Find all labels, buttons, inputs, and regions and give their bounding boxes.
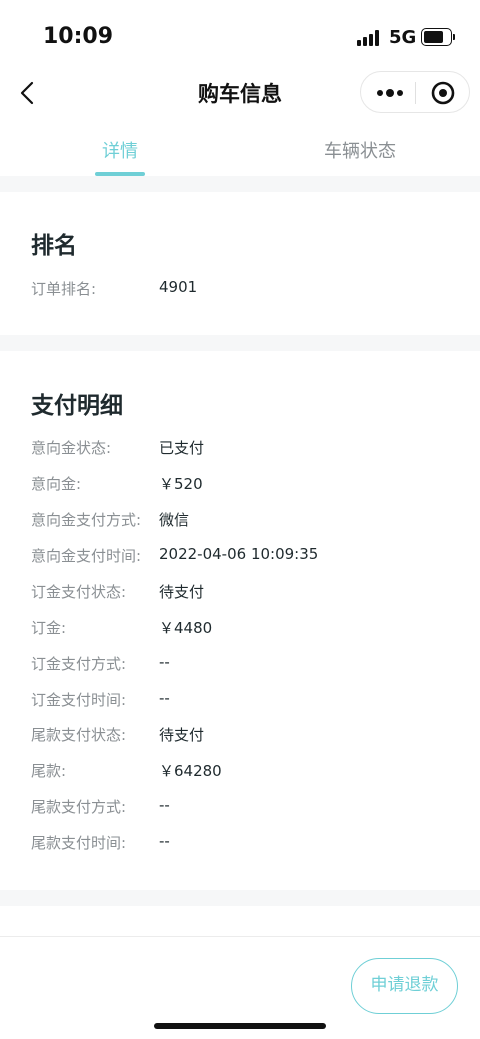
row-value: -- [159, 796, 170, 814]
row-label: 尾款支付方式: [31, 798, 127, 816]
row-label: 意向金支付方式: [31, 511, 142, 529]
info-row: 意向金支付方式: 微信 [31, 509, 451, 531]
row-value: 待支付 [159, 726, 205, 744]
section-divider [0, 176, 480, 192]
info-row: 订金: ￥4480 [31, 617, 451, 639]
close-miniprogram-button[interactable] [427, 72, 459, 114]
row-label: 订金: [31, 619, 67, 637]
apply-refund-button[interactable]: 申请退款 [351, 958, 458, 1014]
home-indicator[interactable] [154, 1023, 326, 1029]
row-value: 4901 [159, 278, 198, 296]
row-value: -- [159, 653, 170, 671]
signal-icon [357, 30, 383, 46]
section-divider [0, 890, 480, 906]
battery-icon [421, 28, 455, 46]
info-row: 意向金支付时间: 2022-04-06 10:09:35 [31, 545, 451, 567]
row-value: -- [159, 832, 170, 850]
row-value: ￥4480 [159, 619, 213, 637]
info-row: 尾款: ￥64280 [31, 760, 451, 782]
row-label: 订金支付时间: [31, 691, 127, 709]
info-row: 意向金: ￥520 [31, 473, 451, 495]
network-type: 5G [389, 27, 417, 48]
row-label: 意向金支付时间: [31, 547, 142, 565]
row-value: 已支付 [159, 439, 205, 457]
row-value: -- [159, 689, 170, 707]
info-row: 订金支付时间: -- [31, 689, 451, 711]
bottom-action-bar: 申请退款 [0, 936, 480, 1039]
row-label: 尾款支付状态: [31, 726, 127, 744]
tab-details[interactable]: 详情 [50, 137, 190, 163]
row-label: 尾款: [31, 762, 67, 780]
info-row: 订金支付状态: 待支付 [31, 581, 451, 603]
payment-title: 支付明细 [31, 393, 123, 419]
row-value: ￥64280 [159, 762, 222, 780]
info-row: 尾款支付状态: 待支付 [31, 724, 451, 746]
row-label: 订金支付状态: [31, 583, 127, 601]
target-icon [431, 81, 455, 105]
row-value: 微信 [159, 511, 190, 529]
row-label: 尾款支付时间: [31, 834, 127, 852]
status-bar: 10:09 5G [0, 0, 480, 70]
info-row: 尾款支付时间: -- [31, 832, 451, 854]
row-value: ￥520 [159, 475, 203, 493]
info-row: 意向金状态: 已支付 [31, 437, 451, 459]
navigation-bar: 购车信息 [0, 70, 480, 116]
tab-vehicle-status[interactable]: 车辆状态 [290, 137, 430, 163]
capsule-divider [415, 82, 416, 104]
more-button[interactable] [375, 72, 407, 114]
row-label: 订单排名: [31, 280, 97, 298]
ranking-title: 排名 [31, 233, 77, 259]
more-dots-icon [377, 89, 403, 97]
status-time: 10:09 [43, 24, 114, 49]
row-label: 意向金: [31, 475, 82, 493]
row-value: 待支付 [159, 583, 205, 601]
info-row: 尾款支付方式: -- [31, 796, 451, 818]
tab-bar: 详情 车辆状态 [0, 120, 480, 176]
miniprogram-capsule [360, 71, 470, 113]
info-row: 订金支付方式: -- [31, 653, 451, 675]
row-value: 2022-04-06 10:09:35 [159, 545, 319, 563]
row-label: 意向金状态: [31, 439, 112, 457]
row-label: 订金支付方式: [31, 655, 127, 673]
section-divider [0, 335, 480, 351]
info-row: 订单排名: 4901 [31, 278, 451, 300]
